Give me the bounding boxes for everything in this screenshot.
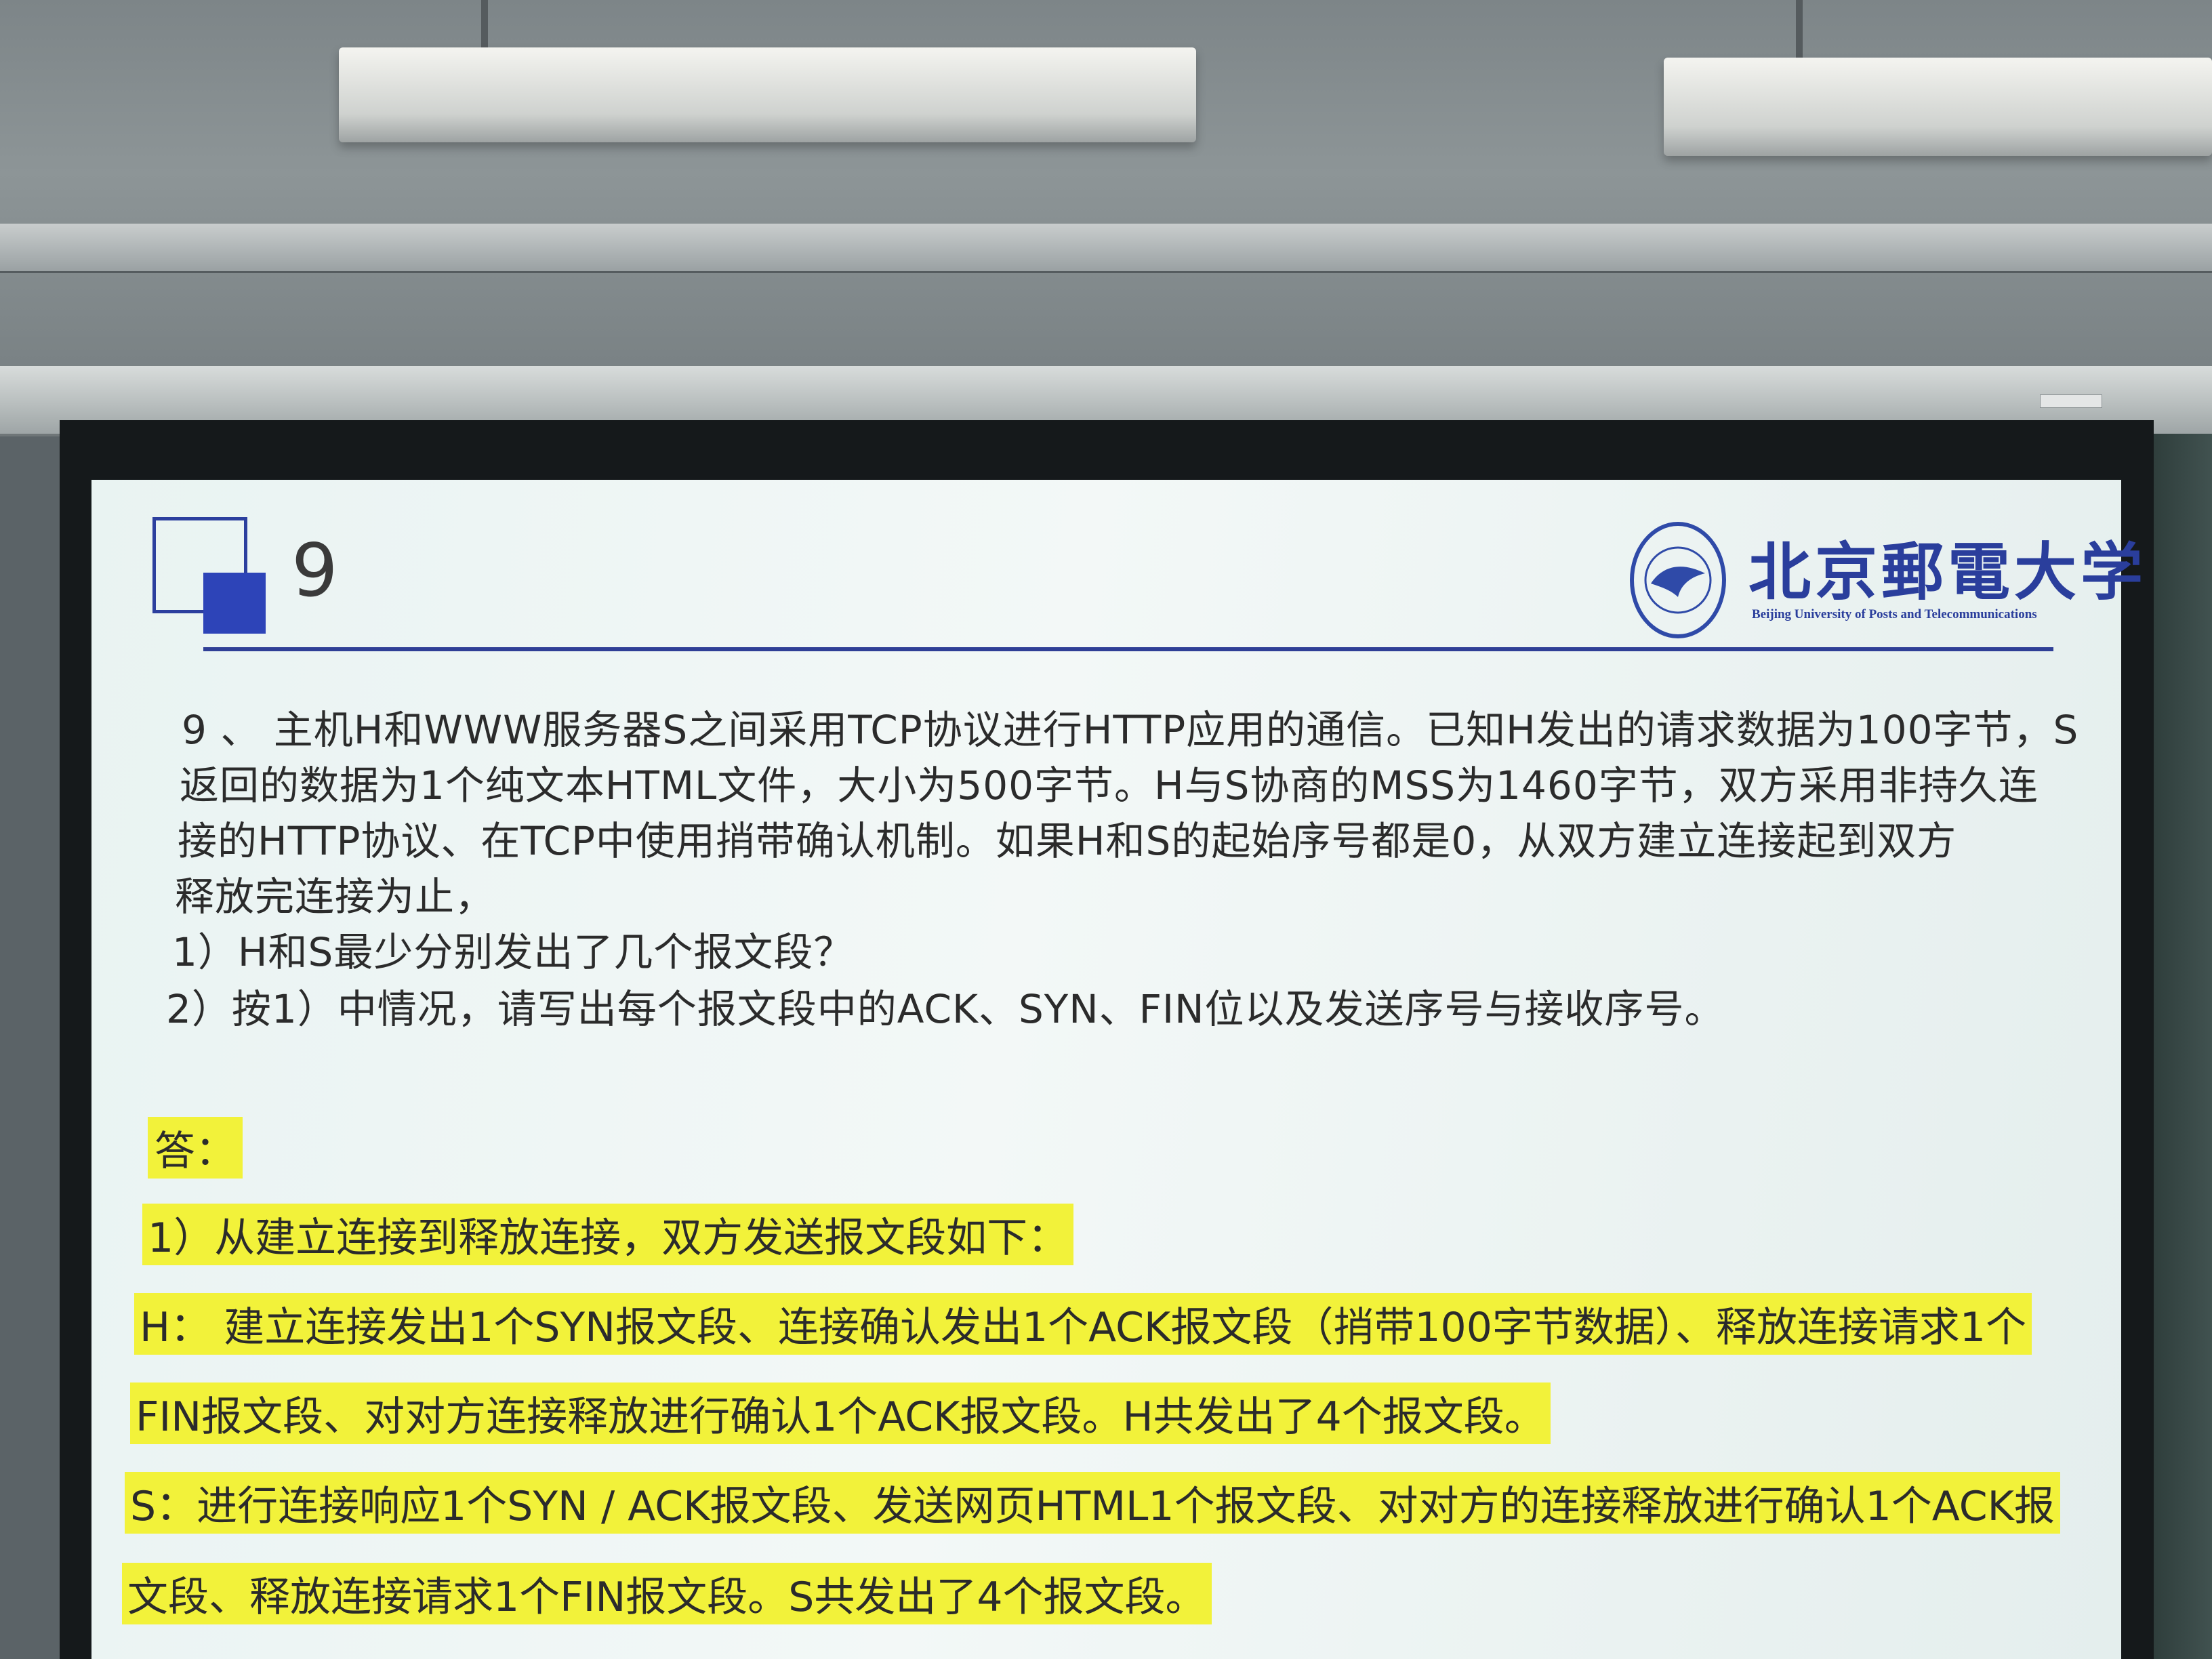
answer-line-h: H： 建立连接发出1个SYN报文段、连接确认发出1个ACK报文段（捎带100字节…	[134, 1293, 2032, 1355]
slide-corner-filled-square-icon	[203, 573, 266, 634]
answer-line-s-cont: 文段、释放连接请求1个FIN报文段。S共发出了4个报文段。	[122, 1563, 1212, 1624]
question-line-1: 9 、 主机H和WWW服务器S之间采用TCP协议进行HTTP应用的通信。已知H发…	[182, 707, 2079, 753]
question-line-5: 1）H和S最少分别发出了几个报文段？	[172, 929, 854, 975]
ceiling-rail	[0, 224, 2212, 273]
question-line-2: 返回的数据为1个纯文本HTML文件，大小为500字节。H与S协商的MSS为146…	[180, 762, 2039, 808]
university-name-cn: 北京郵電大学	[1748, 535, 2148, 609]
header-divider	[203, 647, 2053, 651]
ceiling-lamp	[339, 47, 1196, 142]
university-name-en: Beijing University of Posts and Telecomm…	[1752, 607, 2037, 621]
question-line-6: 2）按1）中情况，请写出每个报文段中的ACK、SYN、FIN位以及发送序号与接收…	[166, 986, 1725, 1032]
answer-line-s: S：进行连接响应1个SYN / ACK报文段、发送网页HTML1个报文段、对对方…	[125, 1472, 2061, 1534]
screen-brand-label	[2040, 394, 2102, 408]
slide-number: 9	[291, 529, 338, 613]
lamp-rod	[1796, 0, 1803, 61]
question-line-3: 接的HTTP协议、在TCP中使用捎带确认机制。如果H和S的起始序号都是0，从双方…	[178, 818, 1957, 864]
answer-line-h-cont: FIN报文段、对对方连接释放进行确认1个ACK报文段。H共发出了4个报文段。	[130, 1382, 1551, 1444]
university-seal-icon	[1630, 522, 1726, 638]
question-line-4: 释放完连接为止，	[175, 874, 495, 920]
lamp-rod	[481, 0, 488, 51]
wall	[2154, 434, 2212, 1659]
ceiling-lamp	[1664, 58, 2212, 156]
answer-label: 答：	[148, 1117, 243, 1179]
answer-line-1: 1）从建立连接到释放连接，双方发送报文段如下：	[142, 1204, 1074, 1265]
bird-emblem-icon	[1644, 546, 1712, 614]
